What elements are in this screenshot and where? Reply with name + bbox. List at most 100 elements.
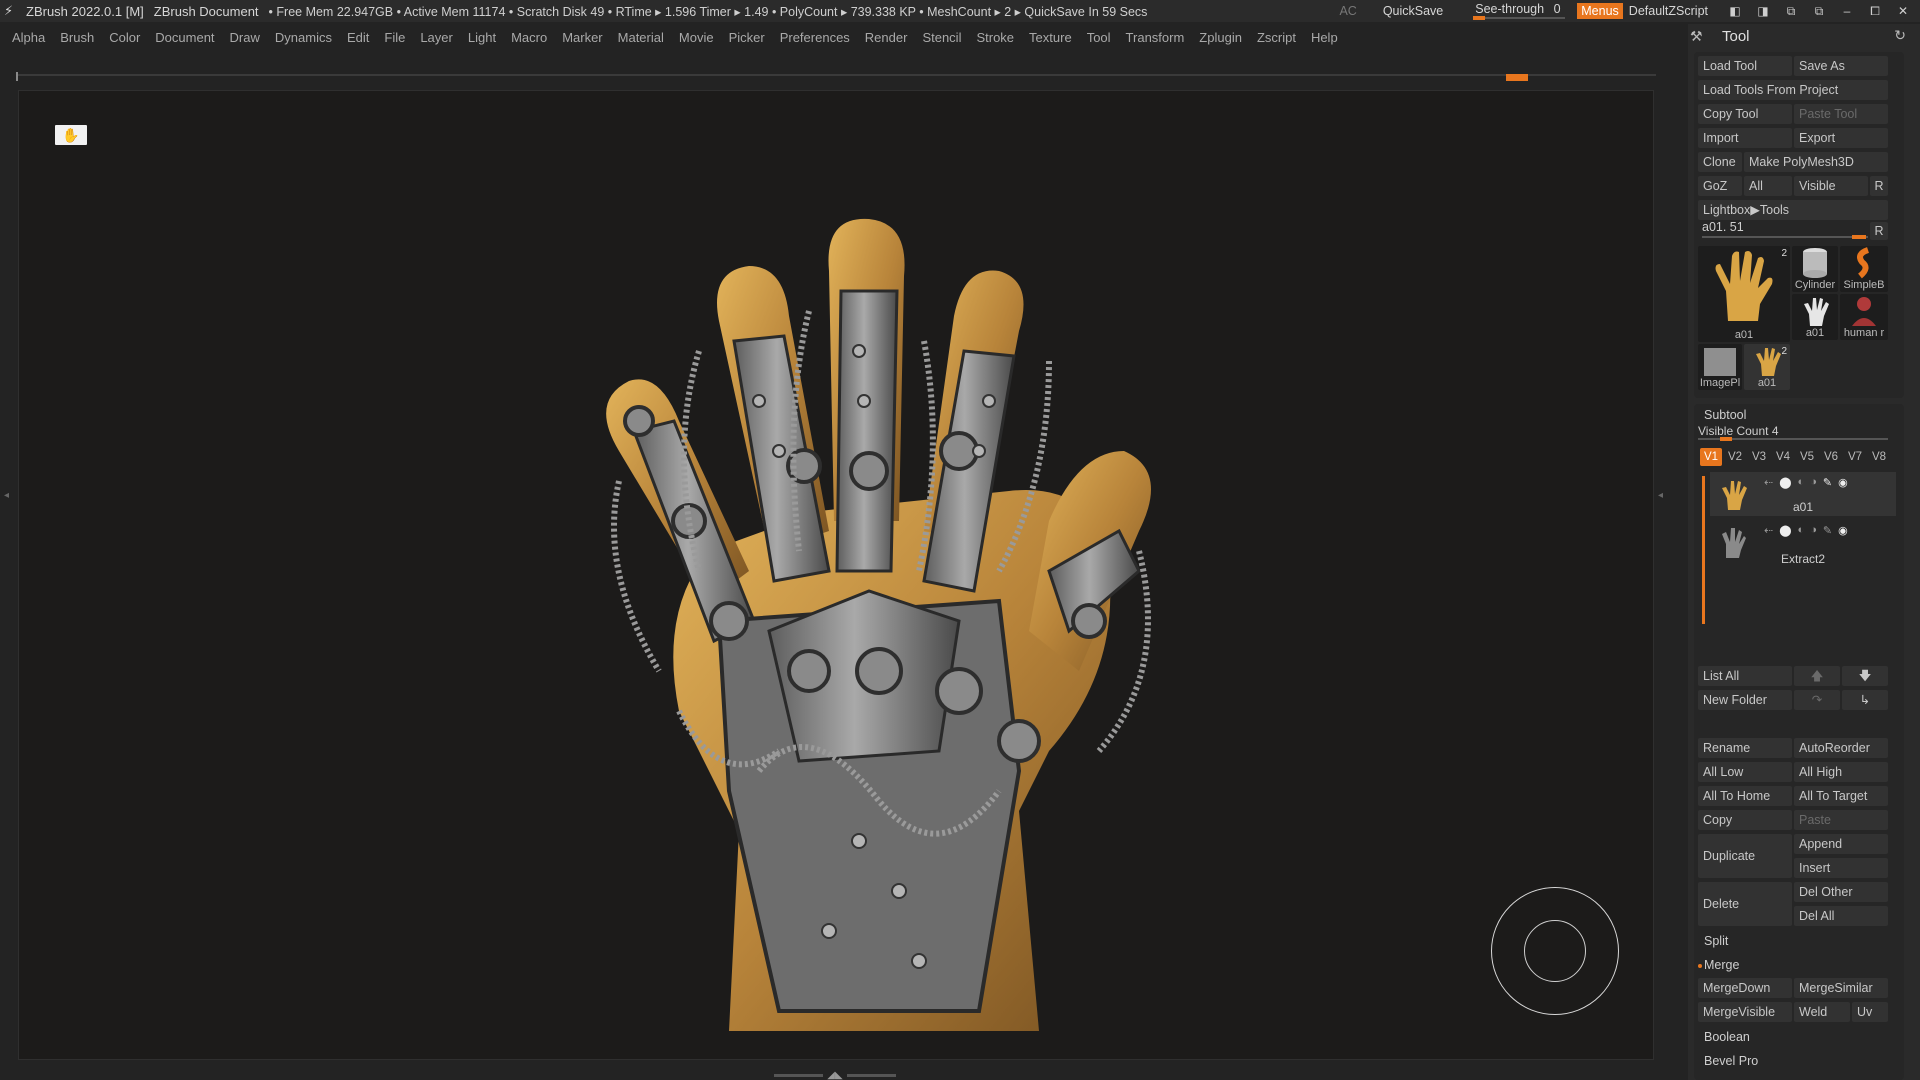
tab-v8[interactable]: V8: [1868, 448, 1890, 466]
weld-button[interactable]: Weld: [1794, 1002, 1850, 1022]
autoreorder-button[interactable]: AutoReorder: [1794, 738, 1888, 758]
menu-stencil[interactable]: Stencil: [922, 30, 961, 45]
close-icon[interactable]: ✕: [1892, 4, 1914, 18]
split-section[interactable]: Split: [1704, 934, 1728, 948]
tab-v4[interactable]: V4: [1772, 448, 1794, 466]
goz-button[interactable]: GoZ: [1698, 176, 1742, 196]
uv-button[interactable]: Uv: [1852, 1002, 1888, 1022]
load-tools-from-project-button[interactable]: Load Tools From Project: [1698, 80, 1888, 100]
clone-button[interactable]: Clone: [1698, 152, 1742, 172]
menu-edit[interactable]: Edit: [347, 30, 369, 45]
subtool-item[interactable]: ⇠ ⬤ ◐ ◑ ✎ ◉ a01: [1710, 472, 1896, 516]
polypaint-toggle-icon[interactable]: ⬤: [1779, 524, 1791, 537]
mergesimilar-button[interactable]: MergeSimilar: [1794, 978, 1888, 998]
layout-icon-1[interactable]: ◧: [1724, 4, 1746, 18]
eye-icon[interactable]: ◉: [1838, 524, 1848, 537]
polypaint-toggle-icon[interactable]: ⬤: [1779, 476, 1791, 489]
all-low-button[interactable]: All Low: [1698, 762, 1792, 782]
hand-icon[interactable]: ✋: [55, 125, 87, 145]
tab-v6[interactable]: V6: [1820, 448, 1842, 466]
tool-thumb-human[interactable]: human r: [1840, 294, 1888, 340]
tool-thumb-a01-main[interactable]: 2 a01: [1698, 246, 1790, 342]
menu-document[interactable]: Document: [155, 30, 214, 45]
goz-r-button[interactable]: R: [1870, 176, 1888, 196]
del-all-button[interactable]: Del All: [1794, 906, 1888, 926]
save-as-button[interactable]: Save As: [1794, 56, 1888, 76]
ac-button[interactable]: AC: [1339, 4, 1356, 18]
document-canvas[interactable]: ✋: [18, 90, 1654, 1060]
window-swap-icon[interactable]: ⧉: [1780, 4, 1802, 19]
see-through-knob[interactable]: [1473, 16, 1486, 20]
see-through-slider[interactable]: See-through 0: [1471, 2, 1567, 20]
make-polymesh3d-button[interactable]: Make PolyMesh3D: [1744, 152, 1888, 172]
menu-picker[interactable]: Picker: [729, 30, 765, 45]
menu-layer[interactable]: Layer: [420, 30, 453, 45]
menu-render[interactable]: Render: [865, 30, 908, 45]
copy-tool-button[interactable]: Copy Tool: [1698, 104, 1792, 124]
menu-preferences[interactable]: Preferences: [780, 30, 850, 45]
menu-material[interactable]: Material: [618, 30, 664, 45]
maximize-icon[interactable]: ⧠: [1864, 4, 1886, 19]
append-button[interactable]: Append: [1794, 834, 1888, 854]
menus-toggle[interactable]: Menus: [1577, 3, 1623, 19]
tab-v7[interactable]: V7: [1844, 448, 1866, 466]
navigation-gyro[interactable]: [1491, 887, 1619, 1015]
visible-count-knob[interactable]: [1720, 437, 1732, 441]
export-button[interactable]: Export: [1794, 128, 1888, 148]
menu-help[interactable]: Help: [1311, 30, 1338, 45]
load-tool-button[interactable]: Load Tool: [1698, 56, 1792, 76]
merge-section[interactable]: Merge: [1704, 958, 1739, 972]
list-all-button[interactable]: List All: [1698, 666, 1792, 686]
current-tool-slider[interactable]: a01. 51: [1702, 220, 1868, 239]
visible-count-slider[interactable]: Visible Count 4: [1698, 424, 1888, 441]
tool-thumb-simplebrush[interactable]: SimpleB: [1840, 246, 1888, 292]
subtool-item[interactable]: ⇠ ⬤ ◐ ◑ ✎ ◉ Extract2: [1710, 520, 1896, 566]
tab-v3[interactable]: V3: [1748, 448, 1770, 466]
menu-zscript[interactable]: Zscript: [1257, 30, 1296, 45]
paste-tool-button[interactable]: Paste Tool: [1794, 104, 1888, 124]
folder-move-icon[interactable]: ↳: [1842, 690, 1888, 710]
del-other-button[interactable]: Del Other: [1794, 882, 1888, 902]
eye-icon[interactable]: ◉: [1838, 476, 1848, 489]
all-to-home-button[interactable]: All To Home: [1698, 786, 1792, 806]
layout-icon-2[interactable]: ◨: [1752, 4, 1774, 18]
boolean-section[interactable]: Boolean: [1704, 1030, 1750, 1044]
menu-zplugin[interactable]: Zplugin: [1199, 30, 1242, 45]
paste-subtool-button[interactable]: Paste: [1794, 810, 1888, 830]
menu-brush[interactable]: Brush: [60, 30, 94, 45]
dynamic-toggle-icon[interactable]: ◐: [1798, 524, 1805, 537]
menu-movie[interactable]: Movie: [679, 30, 714, 45]
mask-toggle-icon[interactable]: ◑: [1810, 524, 1817, 537]
mask-toggle-icon[interactable]: ◑: [1810, 476, 1817, 489]
mergedown-button[interactable]: MergeDown: [1698, 978, 1792, 998]
arrow-up-icon[interactable]: 🡅: [1794, 666, 1840, 686]
arrow-icon[interactable]: ⇠: [1764, 476, 1773, 489]
reset-icon[interactable]: ↻: [1894, 27, 1906, 44]
menu-alpha[interactable]: Alpha: [12, 30, 45, 45]
menu-color[interactable]: Color: [109, 30, 140, 45]
rename-button[interactable]: Rename: [1698, 738, 1792, 758]
current-tool-knob[interactable]: [1852, 235, 1866, 239]
quicksave-button[interactable]: QuickSave: [1383, 4, 1443, 18]
arrow-icon[interactable]: ⇠: [1764, 524, 1773, 537]
tool-thumb-a01-white[interactable]: a01: [1792, 294, 1838, 340]
menu-file[interactable]: File: [384, 30, 405, 45]
menu-dynamics[interactable]: Dynamics: [275, 30, 332, 45]
pin-icon[interactable]: ⚒: [1690, 28, 1710, 45]
tool-thumb-cylinder[interactable]: Cylinder: [1792, 246, 1838, 292]
brush-icon[interactable]: ✎: [1823, 524, 1832, 537]
current-tool-r-button[interactable]: R: [1870, 222, 1888, 240]
tool-thumb-a01-small[interactable]: 2 a01: [1744, 344, 1790, 390]
brush-icon[interactable]: ✎: [1823, 476, 1832, 489]
import-button[interactable]: Import: [1698, 128, 1792, 148]
dynamic-toggle-icon[interactable]: ◐: [1798, 476, 1805, 489]
bottom-tray-handle[interactable]: ◢◣: [770, 1070, 900, 1080]
goz-all-button[interactable]: All: [1744, 176, 1792, 196]
all-high-button[interactable]: All High: [1794, 762, 1888, 782]
duplicate-button[interactable]: Duplicate: [1698, 834, 1792, 878]
copy-subtool-button[interactable]: Copy: [1698, 810, 1792, 830]
mergevisible-button[interactable]: MergeVisible: [1698, 1002, 1792, 1022]
tab-v5[interactable]: V5: [1796, 448, 1818, 466]
goz-visible-button[interactable]: Visible: [1794, 176, 1868, 196]
subtool-title[interactable]: Subtool: [1704, 408, 1746, 422]
